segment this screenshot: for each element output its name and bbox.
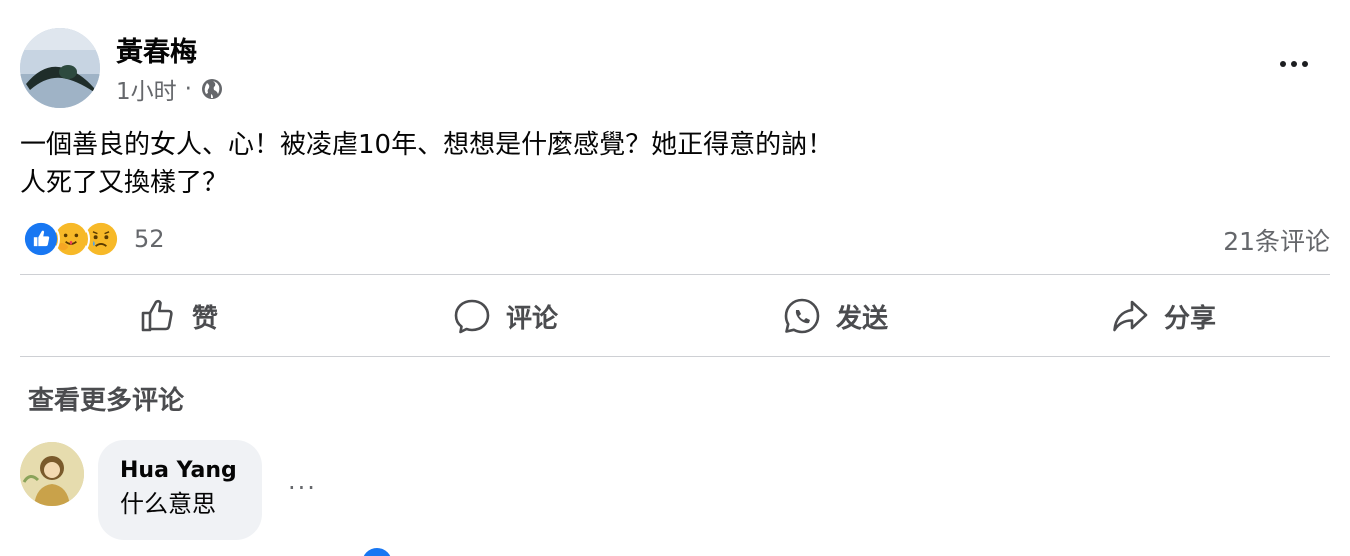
commenter-avatar[interactable] [20, 442, 84, 506]
commenter-name[interactable]: Hua Yang [120, 456, 240, 486]
comment-label: 评论 [506, 303, 559, 334]
view-more-comments-link[interactable]: 查看更多评论 [28, 380, 184, 417]
comment-bubble-icon [454, 299, 490, 334]
globe-icon [200, 77, 224, 101]
share-button[interactable]: 分享 [1110, 276, 1216, 356]
action-bar: 赞 评论 发送 分享 [20, 276, 1330, 356]
comment-options-button[interactable]: ··· [288, 474, 317, 502]
post-text-line: 一個善良的女人、心！被凌虐10年、想想是什麼感覺？她正得意的訥！ [20, 130, 834, 160]
author-avatar[interactable] [20, 28, 100, 108]
divider [20, 356, 1330, 357]
post-text-line: 人死了又換樣了？ [20, 168, 229, 198]
thumbs-up-icon [141, 299, 173, 332]
comment-bubble: Hua Yang 什么意思 [98, 440, 262, 540]
send-button[interactable]: 发送 [782, 276, 888, 356]
send-label: 发送 [836, 303, 889, 334]
author-name[interactable]: 黃春梅 [116, 30, 197, 69]
post-text: 一個善良的女人、心！被凌虐10年、想想是什麼感覺？她正得意的訥！ 人死了又換樣了… [20, 126, 1320, 202]
like-button[interactable]: 赞 [138, 276, 218, 356]
reactions-summary[interactable]: 52 [22, 220, 165, 258]
post-time[interactable]: 1小时 [116, 72, 177, 106]
share-arrow-icon [1113, 300, 1148, 332]
like-reaction-icon [22, 220, 60, 258]
facebook-post: 黃春梅 1小时 · 一個善良的女人、心！被凌虐10年、想想是什麼感覺？她正得意的… [0, 0, 1350, 556]
more-horizontal-icon [1280, 61, 1286, 67]
comment-text: 什么意思 [120, 490, 216, 518]
messenger-icon [784, 298, 820, 334]
like-label: 赞 [192, 303, 219, 334]
divider [20, 274, 1330, 275]
post-meta: 1小时 · [116, 72, 224, 106]
reaction-count: 52 [134, 225, 165, 253]
comment-button[interactable]: 评论 [452, 276, 558, 356]
post-options-button[interactable] [1272, 46, 1316, 82]
share-label: 分享 [1164, 303, 1217, 334]
reaction-icon-partial [362, 548, 392, 556]
dot-separator: · [184, 76, 192, 102]
comment-count-link[interactable]: 21条评论 [1223, 222, 1330, 258]
